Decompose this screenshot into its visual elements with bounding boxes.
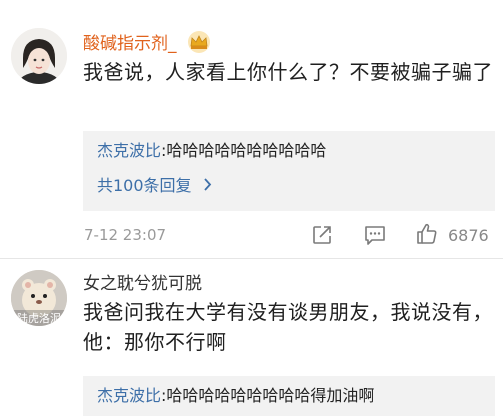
- like-count: 6876: [448, 226, 489, 245]
- username[interactable]: 酸碱指示剂_: [83, 34, 177, 54]
- reply-text: 哈哈哈哈哈哈哈哈哈哈: [166, 141, 327, 160]
- avatar[interactable]: 陆虎洛泥: [11, 270, 67, 326]
- reply-author[interactable]: 杰克波比: [97, 141, 161, 160]
- reply-text: 哈哈哈哈哈哈哈哈哈得加油啊: [166, 386, 375, 405]
- more-replies-link[interactable]: 共100条回复: [97, 175, 212, 197]
- comment-text: 我爸说，人家看上你什么了？不要被骗子骗了: [83, 60, 493, 84]
- comment-icon[interactable]: [363, 224, 387, 250]
- avatar[interactable]: [11, 28, 67, 84]
- comment-item: 陆虎洛泥 女之耽兮犹可脱 我爸问我在大学有没有谈男朋友，我说没有，他：那你不行啊…: [0, 259, 503, 416]
- reply-preview[interactable]: 杰克波比:哈哈哈哈哈哈哈哈哈哈 共100条回复: [83, 131, 495, 211]
- chevron-right-icon: [203, 175, 212, 197]
- comment-list: 酸碱指示剂_ 我爸说，人家看上你什么了？不要被骗子骗了 杰克波比:哈哈哈哈哈哈哈…: [0, 0, 503, 416]
- timestamp: 7-12 23:07: [84, 226, 167, 244]
- reply-line: 杰克波比:哈哈哈哈哈哈哈哈哈得加油啊: [97, 385, 374, 407]
- reply-preview[interactable]: 杰克波比:哈哈哈哈哈哈哈哈哈得加油啊: [83, 376, 495, 416]
- avatar-image: [11, 28, 67, 84]
- crown-icon: [186, 30, 212, 58]
- reply-line: 杰克波比:哈哈哈哈哈哈哈哈哈哈: [97, 140, 326, 162]
- avatar-caption: 陆虎洛泥: [17, 312, 61, 325]
- share-icon[interactable]: [311, 224, 333, 250]
- comment-text: 我爸问我在大学有没有谈男朋友，我说没有，他：那你不行啊: [83, 300, 493, 354]
- username[interactable]: 女之耽兮犹可脱: [83, 274, 202, 294]
- comment-item: 酸碱指示剂_ 我爸说，人家看上你什么了？不要被骗子骗了 杰克波比:哈哈哈哈哈哈哈…: [0, 0, 503, 255]
- more-replies-label: 共100条回复: [97, 176, 192, 195]
- reply-author[interactable]: 杰克波比: [97, 386, 161, 405]
- thumbs-up-icon[interactable]: [415, 222, 439, 250]
